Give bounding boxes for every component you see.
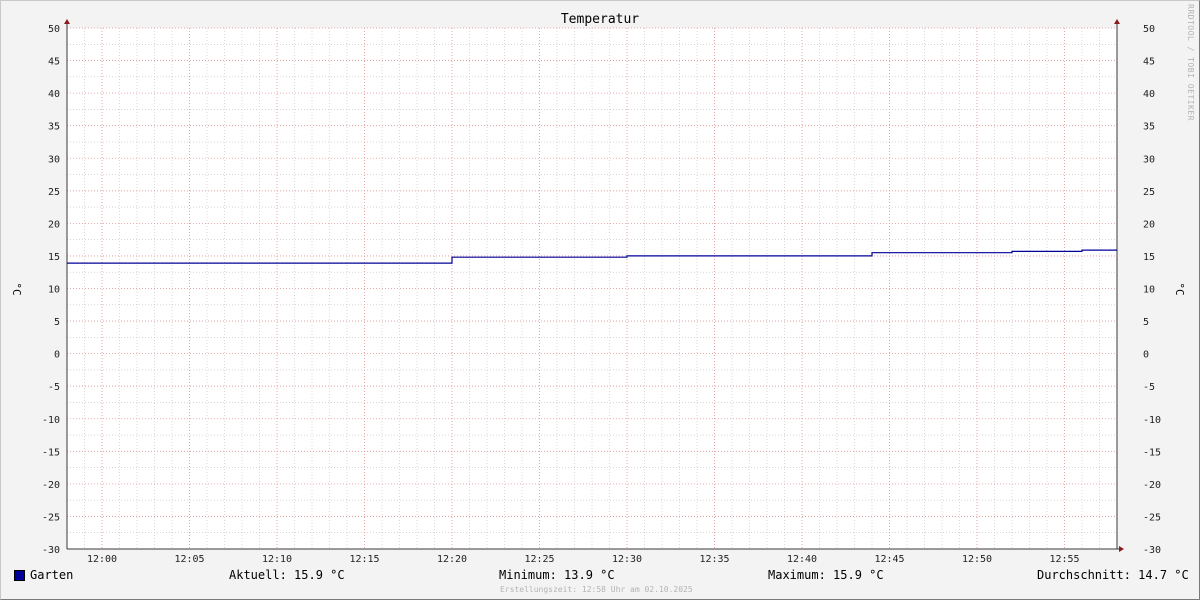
x-tick-label: 12:30 [612,554,642,565]
y-tick-label: -5 [48,382,60,393]
y-tick-label: 30 [1143,154,1155,165]
chart-title: Temperatur [561,12,639,27]
x-tick-label: 12:20 [437,554,467,565]
y-tick-label: -15 [1143,447,1161,458]
y-axis-label-left: °C [10,282,23,295]
x-tick-labels: 12:00 12:05 12:10 12:15 12:20 12:25 12:30 12:35… [87,554,1080,565]
x-axis-arrow [1119,546,1124,552]
chart-canvas: -30-25-20-15-10-505101520253035404550 -3… [10,12,1186,565]
y-tick-label: 35 [48,122,60,133]
y-tick-label: 20 [48,219,60,230]
legend-swatch-garten [14,570,25,581]
y-axis-label-right: °C [1173,282,1186,295]
y-tick-label: 35 [1143,122,1155,133]
x-tick-label: 12:55 [1049,554,1079,565]
y-tick-label: -10 [1143,415,1161,426]
y-tick-label: 5 [1143,317,1149,328]
x-tick-label: 12:45 [874,554,904,565]
y-axis-arrow-right [1114,19,1120,24]
x-tick-label: 12:15 [349,554,379,565]
y-tick-label: -20 [1143,480,1161,491]
y-tick-label: 40 [48,89,60,100]
y-tick-label: -20 [42,480,60,491]
y-axis-arrow-left [64,19,70,24]
watermark: RRDTOOL / TOBI OETIKER [1186,4,1195,121]
y-tick-label: 30 [48,154,60,165]
y-tick-label: -25 [1143,512,1161,523]
y-tick-label: -10 [42,415,60,426]
y-tick-label: 40 [1143,89,1155,100]
legend-minimum: Minimum: 13.9 °C [499,568,615,582]
legend-series-name: Garten [30,568,74,582]
y-tick-label: 25 [1143,187,1155,198]
y-tick-labels-right: -30 -25 -20 -15 -10 -5 0 5 10 15 20 25 30 35 40 45 50 [1143,24,1161,556]
y-tick-labels-left: -30 -25 -20 -15 -10 -5 0 5 10 15 20 25 30 35 40 45 50 [42,24,60,556]
legend-average: Durchschnitt: 14.7 °C [1037,568,1189,582]
y-tick-label: 45 [48,57,60,68]
y-tick-label: 50 [1143,24,1155,35]
x-tick-label: 12:00 [87,554,117,565]
y-tick-label: -30 [42,545,60,556]
y-tick-label: 10 [1143,285,1155,296]
y-tick-label: 15 [1143,252,1155,263]
y-tick-label: 25 [48,187,60,198]
y-tick-label: 10 [48,285,60,296]
x-tick-label: 12:25 [524,554,554,565]
y-tick-label: -5 [1143,382,1155,393]
x-tick-label: 12:35 [699,554,729,565]
legend-current: Aktuell: 15.9 °C [229,568,345,582]
x-tick-label: 12:50 [962,554,992,565]
y-tick-label: -25 [42,512,60,523]
y-tick-label: 50 [48,24,60,35]
y-tick-label: 20 [1143,219,1155,230]
y-tick-label: 45 [1143,57,1155,68]
y-tick-label: 5 [54,317,60,328]
creation-time: Erstellungszeit: 12:58 Uhr am 02.10.2025 [500,585,693,594]
y-tick-label: -30 [1143,545,1161,556]
legend-maximum: Maximum: 15.9 °C [768,568,884,582]
x-tick-label: 12:40 [787,554,817,565]
y-tick-label: 0 [1143,350,1149,361]
y-tick-label: -15 [42,447,60,458]
x-tick-label: 12:05 [174,554,204,565]
y-tick-label: 15 [48,252,60,263]
x-tick-label: 12:10 [262,554,292,565]
y-tick-label: 0 [54,350,60,361]
